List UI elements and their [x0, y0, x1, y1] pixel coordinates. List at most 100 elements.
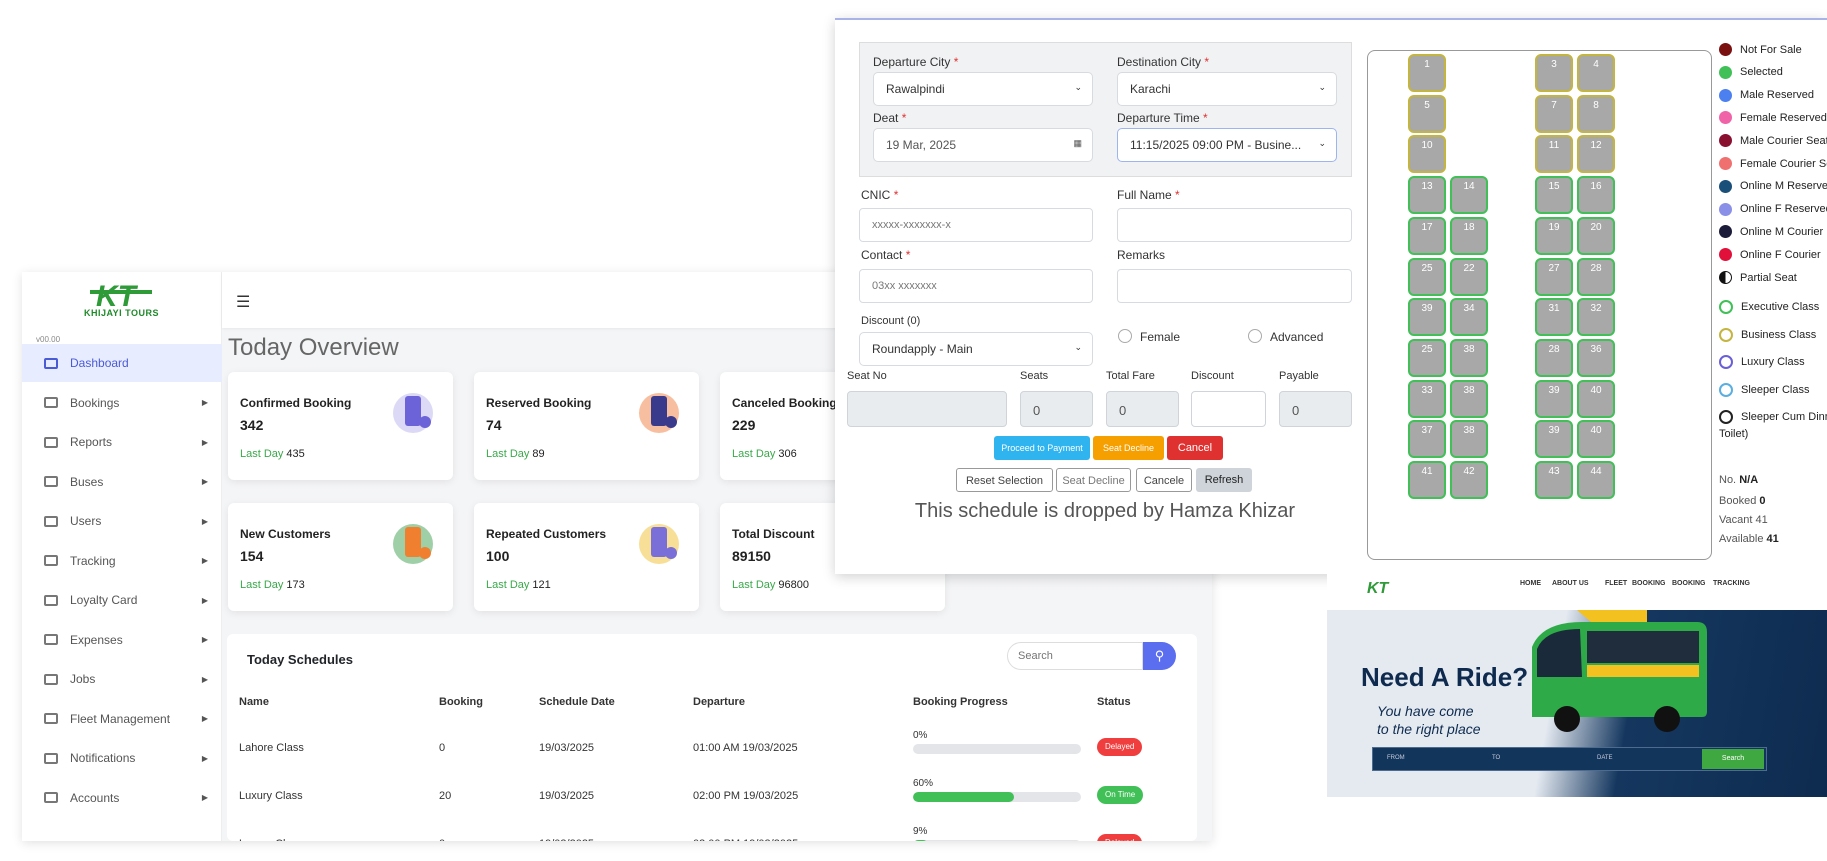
- sidebar-item-accounts[interactable]: Accounts ▶: [22, 779, 222, 817]
- seat[interactable]: 34: [1450, 298, 1488, 337]
- cnic-input[interactable]: xxxxx-xxxxxxx-x: [859, 208, 1093, 242]
- date-field[interactable]: DATE: [1597, 755, 1613, 761]
- seat[interactable]: 32: [1577, 298, 1615, 337]
- female-radio[interactable]: [1118, 329, 1132, 343]
- sidebar-item-jobs[interactable]: Jobs ▶: [22, 660, 222, 698]
- sidebar-item-fleet-management[interactable]: Fleet Management ▶: [22, 700, 222, 738]
- seat[interactable]: 36: [1577, 338, 1615, 377]
- departure-time-select[interactable]: 11:15/2025 09:00 PM - Busine... ⌄: [1117, 128, 1337, 162]
- remarks-input[interactable]: [1117, 269, 1352, 303]
- seat[interactable]: 1: [1408, 54, 1446, 92]
- sidebar-item-tracking[interactable]: Tracking ▶: [22, 542, 222, 580]
- booked-info: Booked 0: [1719, 495, 1766, 507]
- sidebar-item-buses[interactable]: Buses ▶: [22, 463, 222, 501]
- contact-input[interactable]: 03xx xxxxxxx: [859, 269, 1093, 303]
- column-header[interactable]: Schedule Date: [539, 696, 615, 708]
- sidebar-item-users[interactable]: Users ▶: [22, 502, 222, 540]
- version-label: v00.00: [36, 335, 61, 344]
- from-field[interactable]: FROM: [1387, 755, 1405, 761]
- advanced-radio[interactable]: [1248, 329, 1262, 343]
- legend-item: Female Courier Seat: [1719, 157, 1827, 170]
- seat[interactable]: 37: [1408, 420, 1446, 459]
- seat[interactable]: 19: [1535, 216, 1573, 255]
- reset-selection-button[interactable]: Reset Selection: [956, 468, 1053, 492]
- seat[interactable]: 28: [1535, 338, 1573, 377]
- seat[interactable]: 13: [1408, 176, 1446, 215]
- search-input[interactable]: [1007, 642, 1143, 670]
- chevron-right-icon: ▶: [201, 753, 208, 763]
- sidebar-item-bookings[interactable]: Bookings ▶: [22, 384, 222, 422]
- column-header[interactable]: Status: [1097, 696, 1131, 708]
- seat[interactable]: 43: [1535, 461, 1573, 499]
- destination-city-select[interactable]: Karachi ⌄: [1117, 72, 1337, 106]
- seat[interactable]: 41: [1408, 461, 1446, 499]
- nav-fleet[interactable]: FLEET: [1605, 580, 1627, 587]
- cell-departure: 01:00 AM 19/03/2025: [693, 742, 798, 754]
- nav-about[interactable]: ABOUT US: [1552, 580, 1589, 587]
- stat-card-repeated-customers: Repeated Customers 100 Last Day 121: [474, 503, 699, 611]
- full-name-input[interactable]: [1117, 208, 1352, 242]
- seat[interactable]: 33: [1408, 379, 1446, 418]
- seat[interactable]: 42: [1450, 461, 1488, 499]
- seat[interactable]: 3: [1535, 54, 1573, 92]
- seat[interactable]: 27: [1535, 257, 1573, 296]
- seat[interactable]: 22: [1450, 257, 1488, 296]
- cancele-button[interactable]: Cancele: [1136, 468, 1192, 492]
- seat[interactable]: 39: [1408, 298, 1446, 337]
- sidebar-item-notifications[interactable]: Notifications ▶: [22, 739, 222, 777]
- seat[interactable]: 40: [1577, 420, 1615, 459]
- seat[interactable]: 16: [1577, 176, 1615, 215]
- column-header[interactable]: Departure: [693, 696, 745, 708]
- seat[interactable]: 12: [1577, 135, 1615, 174]
- hamburger-menu-icon[interactable]: ☰: [236, 292, 250, 312]
- seat[interactable]: 11: [1535, 135, 1573, 174]
- to-field[interactable]: TO: [1492, 755, 1500, 761]
- seat[interactable]: 25: [1408, 257, 1446, 296]
- legend-dot-icon: [1719, 111, 1732, 125]
- seat[interactable]: 20: [1577, 216, 1615, 255]
- legend-label: Executive Class: [1741, 301, 1820, 313]
- seat[interactable]: 25: [1408, 338, 1446, 377]
- seat[interactable]: 31: [1535, 298, 1573, 337]
- seat[interactable]: 17: [1408, 216, 1446, 255]
- seat[interactable]: 5: [1408, 94, 1446, 133]
- date-input[interactable]: 19 Mar, 2025 ▦: [873, 128, 1093, 162]
- seat-decline-outline-button[interactable]: Seat Decline: [1056, 468, 1131, 492]
- seat[interactable]: 28: [1577, 257, 1615, 296]
- seat[interactable]: 18: [1450, 216, 1488, 255]
- nav-home[interactable]: HOME: [1520, 580, 1541, 587]
- discount-amount-input[interactable]: [1191, 391, 1266, 427]
- search-button[interactable]: ⚲: [1143, 642, 1176, 670]
- sidebar-item-expenses[interactable]: Expenses ▶: [22, 621, 222, 659]
- seat[interactable]: 44: [1577, 461, 1615, 499]
- seat[interactable]: 40: [1577, 379, 1615, 418]
- chevron-right-icon: ▶: [201, 556, 208, 565]
- sidebar-item-loyalty-card[interactable]: Loyalty Card ▶: [22, 581, 222, 619]
- column-header[interactable]: Booking: [439, 696, 483, 708]
- seat[interactable]: 10: [1408, 135, 1446, 174]
- seat-decline-button[interactable]: Seat Decline: [1093, 436, 1164, 460]
- seat[interactable]: 15: [1535, 176, 1573, 215]
- sidebar-item-reports[interactable]: Reports ▶: [22, 423, 222, 461]
- departure-city-select[interactable]: Rawalpindi ⌄: [873, 72, 1093, 106]
- nav-tracking[interactable]: TRACKING: [1713, 580, 1750, 587]
- seat[interactable]: 4: [1577, 54, 1615, 92]
- seat[interactable]: 39: [1535, 379, 1573, 418]
- proceed-to-payment-button[interactable]: Proceed to Payment: [994, 436, 1090, 460]
- nav-booking[interactable]: BOOKING: [1632, 580, 1665, 587]
- seat[interactable]: 14: [1450, 176, 1488, 215]
- seat[interactable]: 38: [1450, 338, 1488, 377]
- seat[interactable]: 7: [1535, 94, 1573, 133]
- column-header[interactable]: Name: [239, 696, 269, 708]
- seat[interactable]: 39: [1535, 420, 1573, 459]
- seat[interactable]: 38: [1450, 420, 1488, 459]
- cancel-button[interactable]: Cancel: [1167, 436, 1223, 460]
- sidebar-item-dashboard[interactable]: Dashboard: [22, 344, 222, 382]
- nav-booking-2[interactable]: BOOKING: [1672, 580, 1705, 587]
- discount-select[interactable]: Roundapply - Main ⌄: [859, 332, 1093, 366]
- seat[interactable]: 8: [1577, 94, 1615, 133]
- hero-search-button[interactable]: Search: [1702, 749, 1764, 769]
- seat[interactable]: 38: [1450, 379, 1488, 418]
- column-header[interactable]: Booking Progress: [913, 696, 1008, 708]
- refresh-button[interactable]: Refresh: [1196, 468, 1252, 492]
